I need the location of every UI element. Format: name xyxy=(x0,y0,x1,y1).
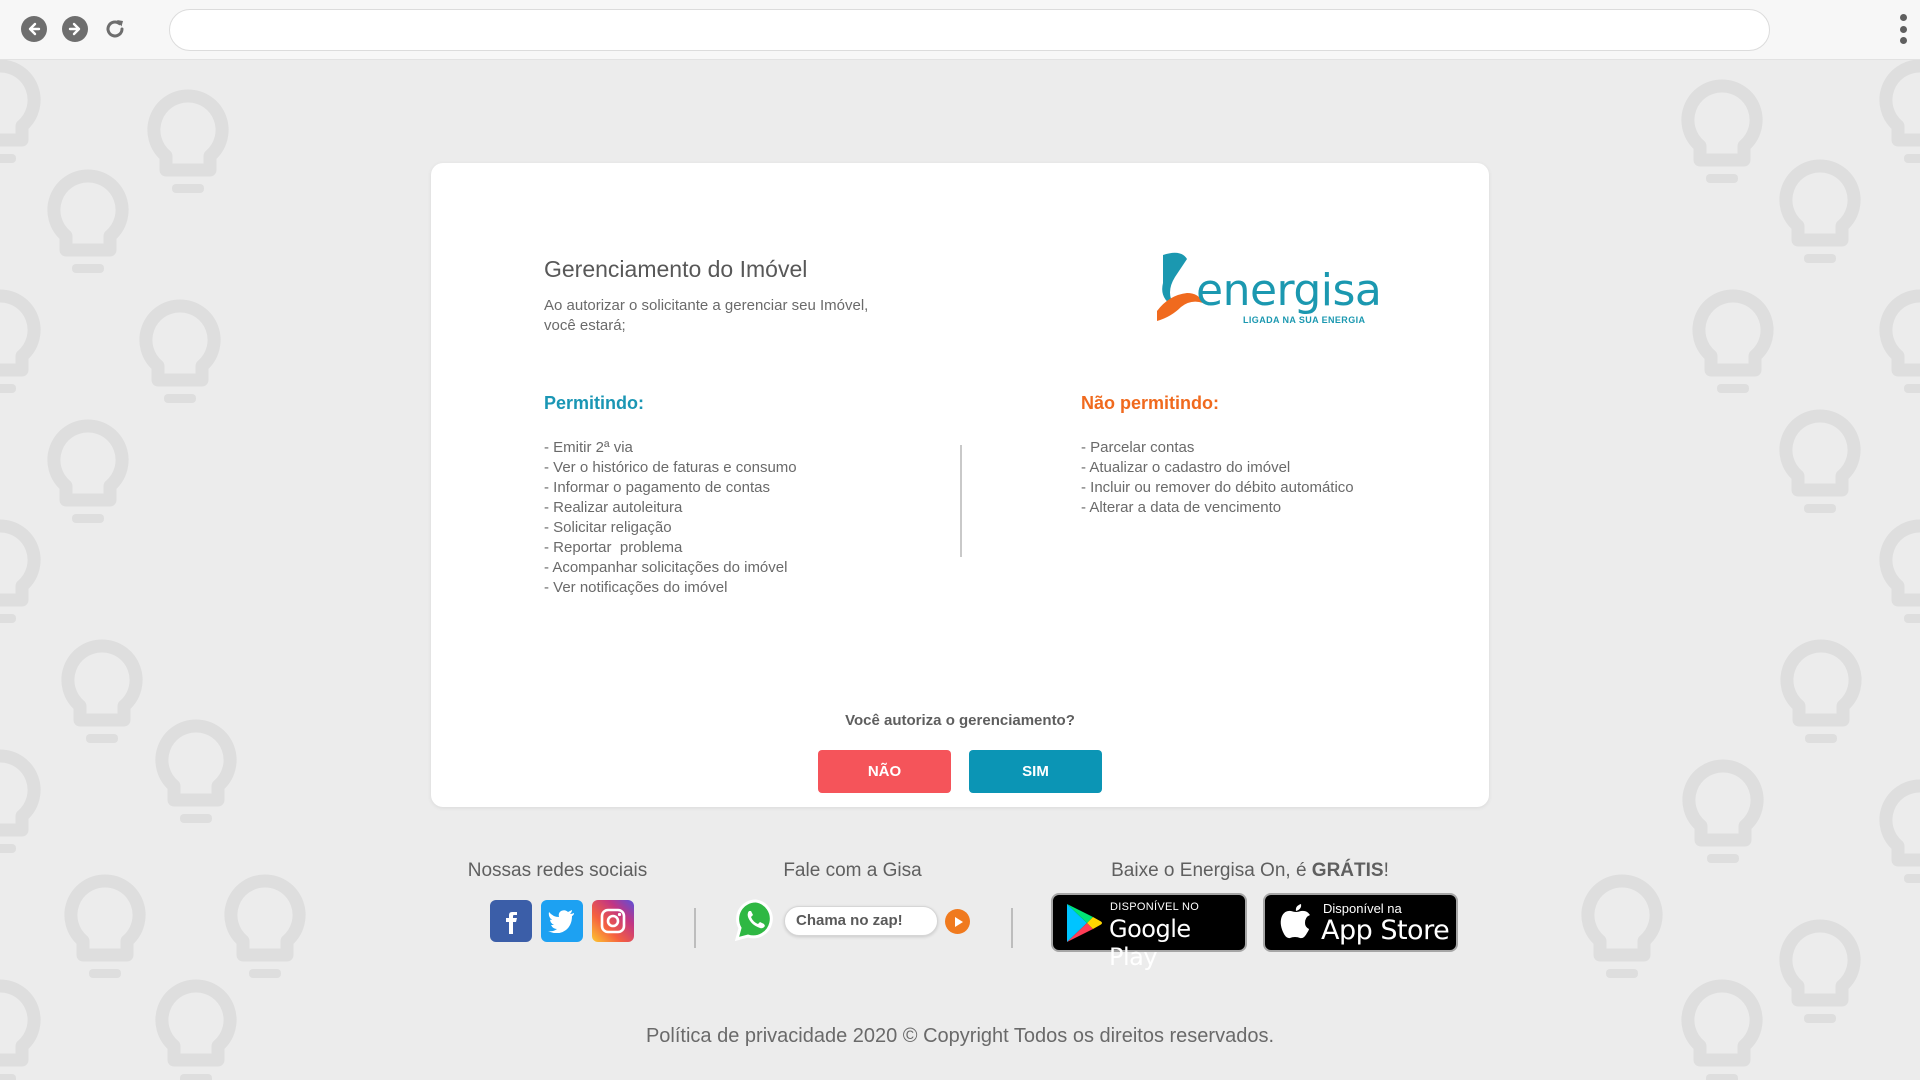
whatsapp-icon[interactable] xyxy=(734,898,778,942)
footer-divider xyxy=(1011,908,1013,948)
reload-icon xyxy=(106,20,124,38)
app-title-suffix: ! xyxy=(1383,860,1389,881)
google-play-icon xyxy=(1067,904,1102,942)
forward-button[interactable] xyxy=(62,16,88,42)
social-title: Nossas redes sociais xyxy=(467,860,648,881)
list-item: - Realizar autoleitura xyxy=(544,499,683,516)
footer-divider xyxy=(694,908,696,948)
reload-button[interactable] xyxy=(102,16,128,42)
list-item: - Ver notificações do imóvel xyxy=(544,579,728,596)
list-item: - Emitir 2ª via xyxy=(544,439,633,456)
chat-whatsapp-pill[interactable]: Chama no zap! xyxy=(784,906,938,936)
app-store-big: App Store xyxy=(1321,915,1450,946)
authorization-question: Você autoriza o gerenciamento? xyxy=(845,712,1075,729)
arrow-left-icon xyxy=(28,22,41,36)
allowed-list: - Emitir 2ª via - Ver o histórico de fat… xyxy=(544,438,797,598)
denied-list: - Parcelar contas - Atualizar o cadastro… xyxy=(1081,438,1354,518)
instagram-icon[interactable] xyxy=(592,900,634,942)
list-item: - Alterar a data de vencimento xyxy=(1081,499,1282,516)
list-item: - Solicitar religação xyxy=(544,519,672,536)
google-play-badge[interactable]: DISPONÍVEL NO Google Play xyxy=(1051,893,1247,971)
kebab-menu-icon[interactable] xyxy=(1897,14,1909,44)
facebook-icon[interactable] xyxy=(490,900,532,942)
section-divider xyxy=(960,445,962,557)
play-arrow-icon[interactable] xyxy=(945,909,970,934)
app-store-small: Disponível na xyxy=(1323,901,1402,916)
address-bar[interactable] xyxy=(169,9,1770,51)
energisa-logo: energisa LIGADA NA SUA ENERGIA xyxy=(1151,247,1382,327)
energisa-wordmark: energisa xyxy=(1196,265,1382,316)
energisa-tagline: LIGADA NA SUA ENERGIA xyxy=(1243,315,1366,325)
page-content: Gerenciamento do Imóvel Ao autorizar o s… xyxy=(0,60,1920,1080)
copyright-text: Política de privacidade 2020 © Copyright… xyxy=(645,1025,1275,1047)
authorization-card: Gerenciamento do Imóvel Ao autorizar o s… xyxy=(431,163,1489,807)
card-description: Ao autorizar o solicitante a gerenciar s… xyxy=(544,297,869,334)
list-item: - Informar o pagamento de contas xyxy=(544,479,770,496)
arrow-right-icon xyxy=(68,22,81,36)
gisa-title: Fale com a Gisa xyxy=(783,860,922,881)
list-item: - Incluir ou remover do débito automátic… xyxy=(1081,479,1354,496)
google-play-big: Google Play xyxy=(1109,915,1191,971)
browser-toolbar xyxy=(0,0,1920,60)
deny-button[interactable]: NÃO xyxy=(818,750,951,793)
app-title-strong: GRÁTIS xyxy=(1311,860,1384,881)
back-button[interactable] xyxy=(21,16,47,42)
list-item: - Parcelar contas xyxy=(1081,439,1195,456)
app-title-prefix: Baixe o Energisa On, é xyxy=(1111,860,1312,881)
list-item: - Atualizar o cadastro do imóvel xyxy=(1081,459,1291,476)
google-play-small: DISPONÍVEL NO xyxy=(1110,901,1200,913)
app-store-badge[interactable]: Disponível na App Store xyxy=(1263,893,1458,952)
denied-title: Não permitindo: xyxy=(1081,393,1219,413)
card-title: Gerenciamento do Imóvel xyxy=(544,256,808,282)
list-item: - Acompanhar solicitações do imóvel xyxy=(544,559,788,576)
list-item: - Reportar problema xyxy=(544,539,683,556)
allowed-title: Permitindo: xyxy=(544,393,645,413)
list-item: - Ver o histórico de faturas e consumo xyxy=(544,459,797,476)
apple-icon xyxy=(1280,904,1310,939)
twitter-icon[interactable] xyxy=(541,900,583,942)
authorize-button[interactable]: SIM xyxy=(969,750,1102,793)
app-title: Baixe o Energisa On, é GRÁTIS! xyxy=(1050,860,1450,882)
